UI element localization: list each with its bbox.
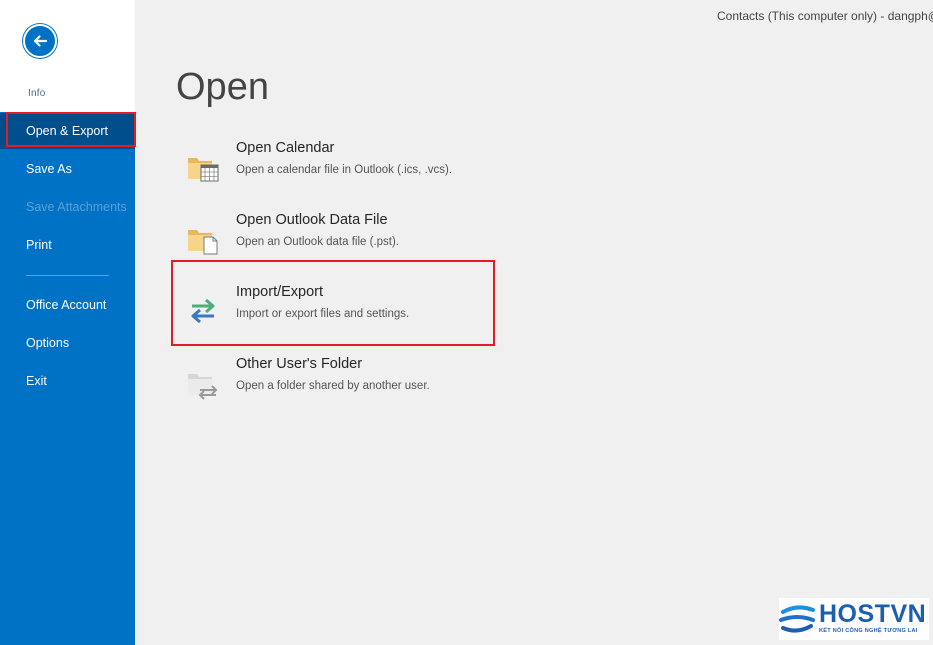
hostvn-logo: HOSTVN KẾT NỐI CÔNG NGHỆ TƯƠNG LAI [779,598,929,640]
option-title: Open Calendar [236,140,335,156]
highlight-box-open-export [6,112,136,147]
open-calendar-option[interactable]: Open Calendar Open a calendar file in Ou… [172,132,494,204]
sidebar-item-info[interactable]: Info [28,88,45,99]
logo-tagline: KẾT NỐI CÔNG NGHỆ TƯƠNG LAI [819,628,918,634]
logo-brand: HOSTVN [819,600,927,628]
option-description: Open a calendar file in Outlook (.ics, .… [236,164,453,176]
calendar-folder-icon [188,158,219,182]
sidebar-item-save-attachments: Save Attachments [26,200,127,214]
sidebar-item-save-as[interactable]: Save As [0,151,135,187]
account-info: Contacts (This computer only) - dangph@ [717,9,933,23]
backstage-sidebar: Info Open & Export Save As Save Attachme… [0,0,135,645]
globe-logo-icon [779,605,815,633]
highlight-box-import-export [171,260,495,346]
option-description: Open a folder shared by another user. [236,380,430,392]
sidebar-divider [26,275,109,276]
other-users-folder-option[interactable]: Other User's Folder Open a folder shared… [172,348,494,420]
option-title: Open Outlook Data File [236,212,388,228]
sidebar-item-print[interactable]: Print [0,227,135,263]
shared-folder-icon [188,374,218,400]
sidebar-item-options[interactable]: Options [0,325,135,361]
sidebar-header: Info [0,0,135,112]
back-arrow-icon [33,35,48,47]
sidebar-item-exit[interactable]: Exit [0,363,135,399]
sidebar-item-office-account[interactable]: Office Account [0,287,135,323]
back-button[interactable] [23,24,57,58]
option-description: Open an Outlook data file (.pst). [236,236,400,248]
data-file-folder-icon [188,230,218,255]
option-title: Other User's Folder [236,356,363,372]
page-title: Open [176,66,269,108]
